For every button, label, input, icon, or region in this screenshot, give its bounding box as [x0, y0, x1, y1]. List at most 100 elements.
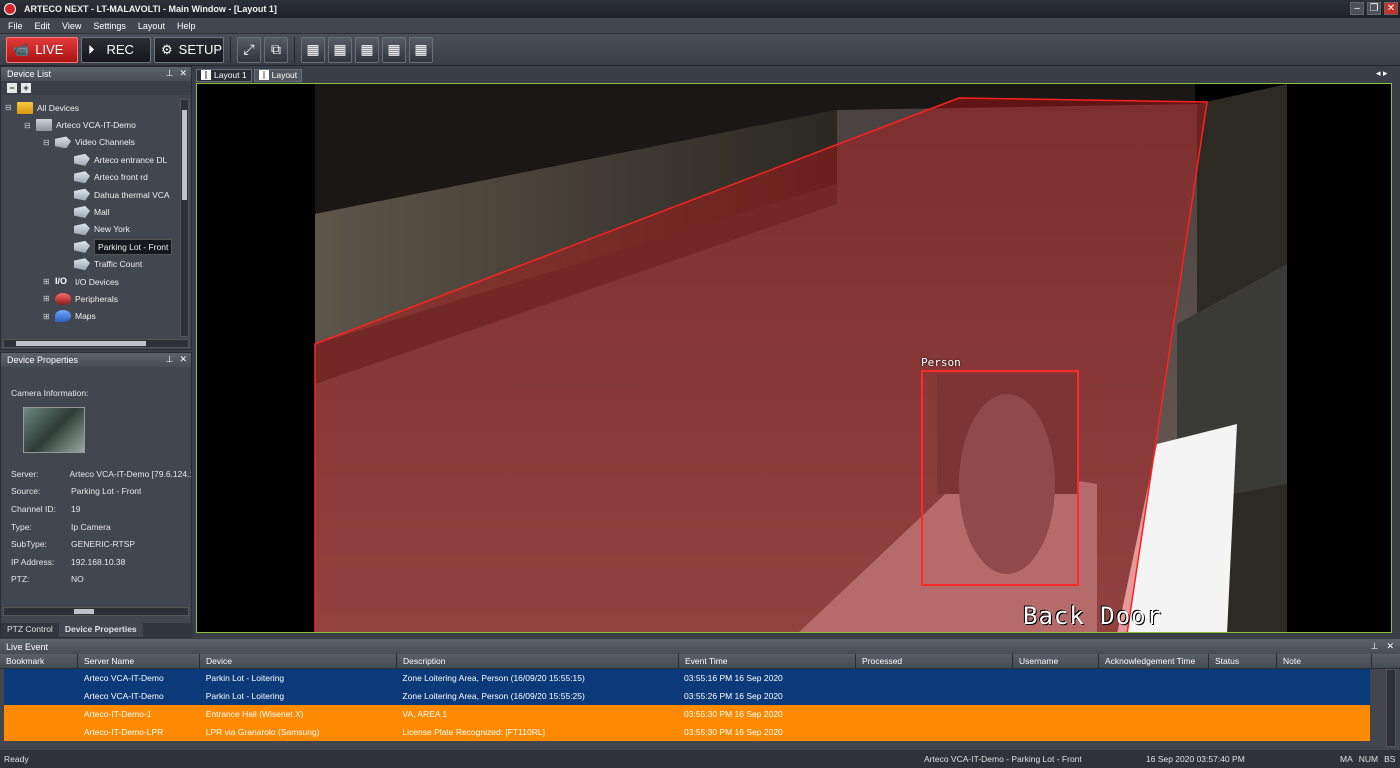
- close-icon[interactable]: ✕: [179, 354, 187, 365]
- pin-icon[interactable]: ⊥: [166, 68, 174, 79]
- external-window-icon[interactable]: ⧉: [264, 36, 288, 63]
- property-key: Source:: [11, 486, 41, 497]
- tree-toggle-icon[interactable]: ⊟: [24, 121, 32, 130]
- tab-ptz-control[interactable]: PTZ Control: [1, 623, 59, 637]
- property-value: NO: [71, 574, 84, 585]
- column-header-note[interactable]: Note: [1277, 654, 1372, 668]
- event-row[interactable]: Arteco-IT-Demo-1 Entrance Hall (Wisenet X…: [4, 705, 1370, 723]
- event-row[interactable]: Arteco VCA-IT-Demo Parkin Lot - Loitering…: [4, 687, 1370, 705]
- property-key: Type:: [11, 521, 32, 532]
- column-header-acknowledgement-time[interactable]: Acknowledgement Time: [1099, 654, 1209, 668]
- fullscreen-icon[interactable]: ⤢: [237, 36, 261, 63]
- column-header-description[interactable]: Description: [397, 654, 679, 668]
- status-indicators: MA NUM BS: [1340, 754, 1395, 764]
- tree-item-label: Traffic Count: [94, 259, 143, 270]
- event-cell: Arteco-IT-Demo-1: [83, 709, 152, 719]
- live-button[interactable]: 📹 LIVE: [6, 36, 78, 63]
- tree-toggle-icon[interactable]: ⊟: [5, 103, 13, 112]
- restore-icon[interactable]: ❐: [1367, 2, 1381, 15]
- tree-item[interactable]: Dahua thermal VCA: [5, 186, 177, 203]
- setup-button[interactable]: ⚙ SETUP: [154, 36, 224, 63]
- pin-icon[interactable]: ⊥: [166, 354, 174, 365]
- layout-remove-icon[interactable]: ▦: [355, 36, 379, 63]
- column-header-event-time[interactable]: Event Time: [679, 654, 856, 668]
- tree-toggle-icon[interactable]: ⊞: [43, 277, 51, 286]
- tree-toggle-icon[interactable]: ⊟: [43, 138, 51, 147]
- tree-item[interactable]: Mall: [5, 203, 177, 220]
- tree-item[interactable]: ⊞ Maps: [5, 308, 177, 325]
- column-header-status[interactable]: Status: [1209, 654, 1277, 668]
- property-row: SubType: GENERIC-RTSP: [11, 535, 191, 553]
- event-cell: 03:55:30 PM 16 Sep 2020: [684, 709, 783, 719]
- window-controls: – ❐ ✕: [1350, 2, 1398, 15]
- properties-horizontal-scrollbar[interactable]: [3, 607, 189, 616]
- camera-name-overlay: Back Door: [1023, 602, 1163, 630]
- layout-refresh-icon[interactable]: ▦: [301, 36, 325, 63]
- live-event-header: Live Event ⊥ ✕: [0, 639, 1400, 654]
- column-header-server-name[interactable]: Server Name: [78, 654, 200, 668]
- tree-item[interactable]: Arteco entrance DL: [5, 151, 177, 168]
- event-row[interactable]: Arteco VCA-IT-Demo Parkin Lot - Loitering…: [4, 669, 1370, 687]
- camera-information-label: Camera Information:: [11, 388, 89, 398]
- event-cell: Arteco-IT-Demo-LPR: [83, 727, 164, 737]
- close-icon[interactable]: ✕: [1386, 641, 1394, 652]
- tree-item-label: Dahua thermal VCA: [94, 189, 170, 200]
- device-properties-header: Device Properties ⊥ ✕: [1, 353, 191, 367]
- tab-scroll-arrows[interactable]: ◂ ▸: [1376, 68, 1394, 80]
- close-icon[interactable]: ✕: [1384, 2, 1398, 15]
- expand-all-icon[interactable]: +: [21, 83, 31, 93]
- close-icon[interactable]: ✕: [179, 68, 187, 79]
- tree-item[interactable]: ⊞ Peripherals: [5, 290, 177, 307]
- tree-item[interactable]: Traffic Count: [5, 256, 177, 273]
- tree-toggle-icon[interactable]: ⊞: [43, 294, 51, 303]
- tree-item[interactable]: New York: [5, 221, 177, 238]
- events-vertical-scrollbar[interactable]: [1386, 669, 1396, 747]
- column-header-username[interactable]: Username: [1013, 654, 1099, 668]
- tree-vertical-scrollbar[interactable]: [180, 99, 189, 337]
- column-header-device[interactable]: Device: [200, 654, 397, 668]
- tree-item[interactable]: Parking Lot - Front: [5, 238, 177, 255]
- menu-edit[interactable]: Edit: [35, 21, 51, 31]
- menu-layout[interactable]: Layout: [138, 21, 165, 31]
- tree-item[interactable]: ⊟ Arteco VCA-IT-Demo: [5, 116, 177, 133]
- camera-icon: [74, 153, 90, 166]
- event-cell: Zone Loitering Area, Person (16/09/20 15…: [402, 691, 585, 701]
- property-value: Parking Lot - Front: [71, 486, 142, 497]
- property-key: Channel ID:: [11, 503, 56, 514]
- layout-add-icon[interactable]: ▦: [328, 36, 352, 63]
- property-row: Server: Arteco VCA-IT-Demo [79.6.124.1: [11, 465, 191, 483]
- column-header-bookmark[interactable]: Bookmark: [0, 654, 78, 668]
- property-row: PTZ: NO: [11, 571, 191, 589]
- column-header-processed[interactable]: Processed: [856, 654, 1013, 668]
- tree-item[interactable]: Arteco front rd: [5, 169, 177, 186]
- tree-item[interactable]: ⊟ All Devices: [5, 99, 177, 116]
- tree-item[interactable]: ⊞ I/O I/O Devices: [5, 273, 177, 290]
- menu-help[interactable]: Help: [177, 21, 196, 31]
- menu-file[interactable]: File: [8, 21, 23, 31]
- tree-toolbar: − +: [1, 81, 191, 95]
- tab-layout[interactable]: Layout: [253, 68, 303, 82]
- tree-item-label: I/O Devices: [75, 276, 119, 287]
- minimize-icon[interactable]: –: [1350, 2, 1364, 15]
- tree-item-label: Peripherals: [75, 293, 118, 304]
- menu-settings[interactable]: Settings: [93, 21, 126, 31]
- tree-item-label: Arteco VCA-IT-Demo: [56, 120, 136, 131]
- tree-toggle-icon[interactable]: ⊞: [43, 312, 51, 321]
- title-bar: ARTECO NEXT - LT-MALAVOLTI - Main Window…: [0, 0, 1400, 18]
- camera-icon: 📹: [13, 41, 30, 57]
- tree-item[interactable]: ⊟ Video Channels: [5, 134, 177, 151]
- io-icon: I/O: [55, 275, 68, 286]
- tab-layout-1[interactable]: Layout 1: [196, 68, 252, 82]
- tree-horizontal-scrollbar[interactable]: [3, 339, 189, 348]
- pin-icon[interactable]: ⊥: [1371, 641, 1379, 652]
- event-cell: License Plate Recognized: [FT110RL]: [402, 727, 545, 737]
- collapse-all-icon[interactable]: −: [7, 83, 17, 93]
- layout-abc-icon[interactable]: ▦: [409, 36, 433, 63]
- layout-grid-icon[interactable]: ▦: [382, 36, 406, 63]
- rec-button[interactable]: ⏵ REC: [81, 36, 151, 63]
- property-value: 192.168.10.38: [71, 556, 126, 567]
- video-viewer[interactable]: Person Back Door: [196, 83, 1392, 633]
- tab-device-properties[interactable]: Device Properties: [58, 623, 143, 637]
- event-row[interactable]: Arteco-IT-Demo-LPR LPR via Granarolo (Sam…: [4, 723, 1370, 741]
- menu-view[interactable]: View: [62, 21, 81, 31]
